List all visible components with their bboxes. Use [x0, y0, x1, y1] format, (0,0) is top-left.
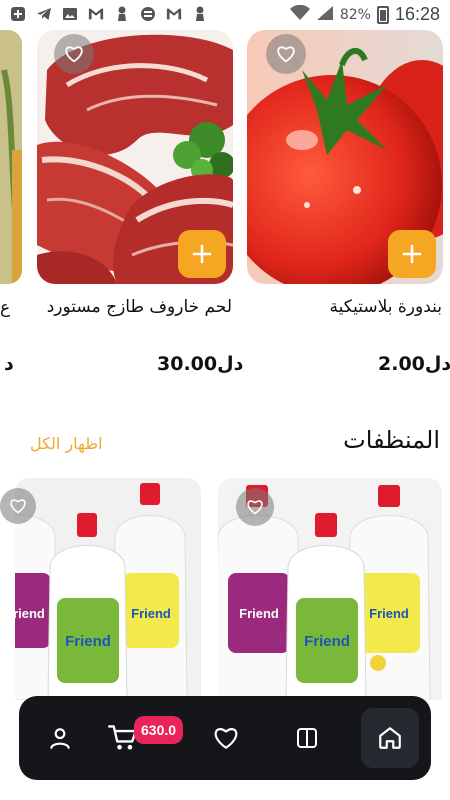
product-image-partial[interactable]: [0, 30, 22, 284]
show-all-link[interactable]: اظهار الكل: [30, 434, 103, 453]
nav-home[interactable]: [361, 708, 419, 768]
split-view-icon: [297, 728, 317, 748]
profile-icon: [50, 728, 70, 749]
cart-count-badge: 630.0: [134, 716, 184, 744]
plus-icon: [402, 244, 422, 264]
svg-text:Friend: Friend: [304, 633, 350, 650]
svg-text:Friend: Friend: [239, 606, 279, 621]
wifi-icon: [289, 4, 310, 25]
heart-icon: [214, 728, 238, 749]
image-icon: [62, 6, 78, 22]
gmail-icon: [166, 6, 182, 22]
plus-box-icon: [10, 6, 26, 22]
heart-icon: [247, 500, 263, 515]
telegram-icon: [36, 6, 52, 22]
product-image-detergent[interactable]: Friend Friend Friend: [15, 478, 201, 700]
svg-text:Friend: Friend: [131, 606, 171, 621]
gmail-icon: [88, 6, 104, 22]
add-to-cart-button[interactable]: [388, 230, 436, 278]
favorite-button[interactable]: [54, 34, 94, 74]
nav-categories[interactable]: [279, 710, 335, 766]
sync-icon: [140, 6, 156, 22]
heart-icon: [277, 46, 295, 63]
plus-icon: [192, 244, 212, 264]
nav-favorites[interactable]: [198, 710, 254, 766]
product-name: بندورة بلاستيكية: [329, 297, 442, 317]
pin-icon: [114, 6, 130, 22]
section-title: المنظفات: [343, 426, 440, 454]
battery-percent: 82%: [339, 6, 371, 23]
product-price: د: [4, 353, 14, 375]
status-bar-notifications: [10, 6, 208, 22]
favorite-button[interactable]: [0, 488, 36, 524]
svg-text:Friend: Friend: [369, 606, 409, 621]
nav-profile[interactable]: [32, 710, 88, 766]
product-name: لحم خاروف طازج مستورد: [46, 297, 232, 317]
heart-icon: [65, 46, 83, 63]
heart-icon: [10, 499, 26, 514]
add-to-cart-button[interactable]: [178, 230, 226, 278]
product-name: ع: [0, 298, 11, 318]
favorite-button[interactable]: [266, 34, 306, 74]
product-price: دل30.00: [157, 353, 244, 375]
bottom-nav: [19, 696, 431, 780]
product-price: دل2.00: [378, 353, 450, 375]
pin-icon: [192, 6, 208, 22]
favorite-button[interactable]: [236, 488, 274, 526]
battery-icon: [376, 5, 389, 24]
signal-icon: [316, 5, 334, 25]
home-icon: [379, 727, 401, 749]
svg-text:Friend: Friend: [65, 633, 111, 650]
status-bar-system: 82% 16:28: [289, 4, 440, 25]
clock: 16:28: [394, 4, 440, 24]
svg-text:Friend: Friend: [15, 606, 45, 621]
status-bar: 82% 16:28: [0, 0, 450, 32]
